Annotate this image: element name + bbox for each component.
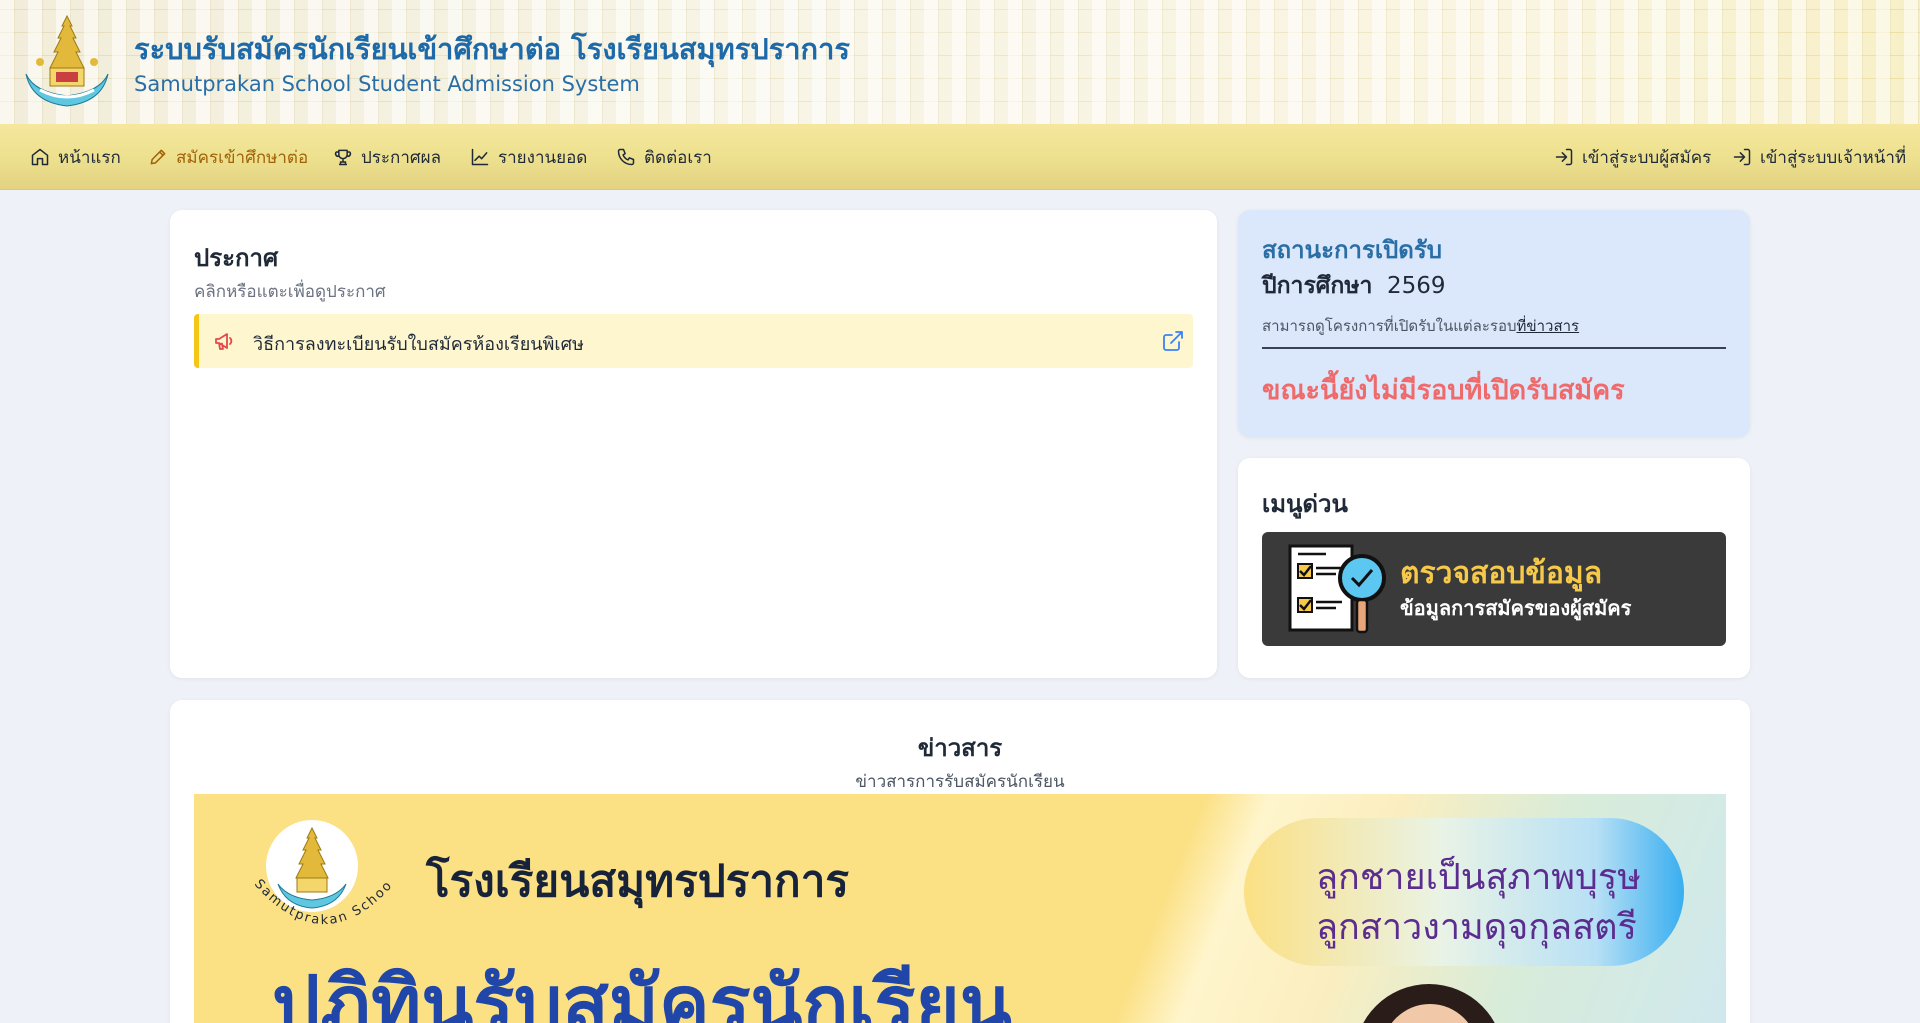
academic-year-value: 2569 [1387,273,1446,299]
nav-contact-label: ติดต่อเรา [644,147,712,168]
home-icon [31,148,49,166]
main-navbar: หน้าแรก สมัครเข้าศึกษาต่อ ประกาศผล รายงา… [0,124,1920,190]
nav-login-applicant-label: เข้าสู่ระบบผู้สมัคร [1582,147,1712,168]
news-link[interactable]: ที่ข่าวสาร [1516,317,1579,335]
announcement-text: วิธีการลงทะเบียนรับใบสมัครห้องเรียนพิเศษ [253,334,584,355]
news-card: ข่าวสาร ข่าวสารการรับสมัครนักเรียน Samut… [170,700,1750,1023]
academic-year-label: ปีการศึกษา [1262,273,1373,299]
quick-menu-card: เมนูด่วน ตรวจสอบข้อมูล ข้อมูลการสมัครของ… [1238,458,1750,678]
nav-apply[interactable]: สมัครเข้าศึกษาต่อ [148,124,308,190]
announcements-card: ประกาศ คลิกหรือแตะเพื่อดูประกาศ วิธีการล… [170,210,1217,678]
nav-report-label: รายงานยอด [498,147,588,168]
check-data-heading: ตรวจสอบข้อมูล [1400,556,1603,591]
external-link-icon[interactable] [1161,329,1185,353]
nav-login-staff-label: เข้าสู่ระบบเจ้าหน้าที่ [1760,147,1907,168]
school-logo[interactable] [20,12,114,112]
motto-line-1: ลูกชายเป็นสุภาพบุรุษ [1316,857,1641,898]
motto-line-2: ลูกสาวงามดุจกุลสตรี [1316,907,1637,948]
login-icon [1733,148,1751,166]
checklist-search-icon [1288,544,1386,634]
announcements-subtitle: คลิกหรือแตะเพื่อดูประกาศ [194,282,386,302]
no-open-round-message: ขณะนี้ยังไม่มีรอบที่เปิดรับสมัคร [1262,375,1625,406]
status-note: สามารถดูโครงการที่เปิดรับในแต่ละรอบที่ข่… [1262,314,1579,338]
check-application-button[interactable]: ตรวจสอบข้อมูล ข้อมูลการสมัครของผู้สมัคร [1262,532,1726,646]
login-icon [1555,148,1573,166]
academic-year: ปีการศึกษา 2569 [1262,268,1446,304]
trophy-icon [334,149,352,166]
check-data-subheading: ข้อมูลการสมัครของผู้สมัคร [1400,596,1632,620]
phone-icon [617,148,635,166]
news-title: ข่าวสาร [917,734,1003,762]
nav-contact[interactable]: ติดต่อเรา [616,124,712,190]
nav-login-staff[interactable]: เข้าสู่ระบบเจ้าหน้าที่ [1732,124,1906,190]
site-header: ระบบรับสมัครนักเรียนเข้าศึกษาต่อ โรงเรีย… [0,0,1920,124]
announcements-title: ประกาศ [194,244,279,272]
nav-report[interactable]: รายงานยอด [470,124,587,190]
megaphone-icon [215,333,233,350]
nav-login-applicant[interactable]: เข้าสู่ระบบผู้สมัคร [1554,124,1711,190]
quick-menu-title: เมนูด่วน [1262,490,1348,518]
nav-results[interactable]: ประกาศผล [333,124,441,190]
school-name-arc: Samutprakan School [244,874,396,928]
divider [1262,347,1726,349]
status-title: สถานะการเปิดรับ [1262,236,1442,264]
status-note-text: สามารถดูโครงการที่เปิดรับในแต่ละรอบ [1262,317,1517,335]
news-subtitle: ข่าวสารการรับสมัครนักเรียน [855,772,1065,792]
banner-headline: ปฏิทินรับสมัครนักเรียน [272,959,1012,1023]
admission-status-card: สถานะการเปิดรับ ปีการศึกษา 2569 สามารถดู… [1238,210,1750,437]
pencil-icon [150,149,166,165]
nav-results-label: ประกาศผล [361,147,442,168]
banner-school-name: โรงเรียนสมุทรปราการ [426,856,850,907]
site-title-english: Samutprakan School Student Admission Sys… [134,72,640,96]
nav-home[interactable]: หน้าแรก [30,124,121,190]
school-name-english: Samutprakan School [244,874,394,928]
news-banner-image[interactable]: Samutprakan School โรงเรียนสมุทรปราการ ป… [194,794,1726,1023]
site-title-thai: ระบบรับสมัครนักเรียนเข้าศึกษาต่อ โรงเรีย… [134,32,850,66]
nav-apply-label: สมัครเข้าศึกษาต่อ [176,147,309,168]
nav-home-label: หน้าแรก [58,147,121,168]
chart-line-icon [471,148,489,166]
svg-text:Samutprakan School: Samutprakan School [244,874,396,928]
announcement-item[interactable]: วิธีการลงทะเบียนรับใบสมัครห้องเรียนพิเศษ [194,314,1193,368]
